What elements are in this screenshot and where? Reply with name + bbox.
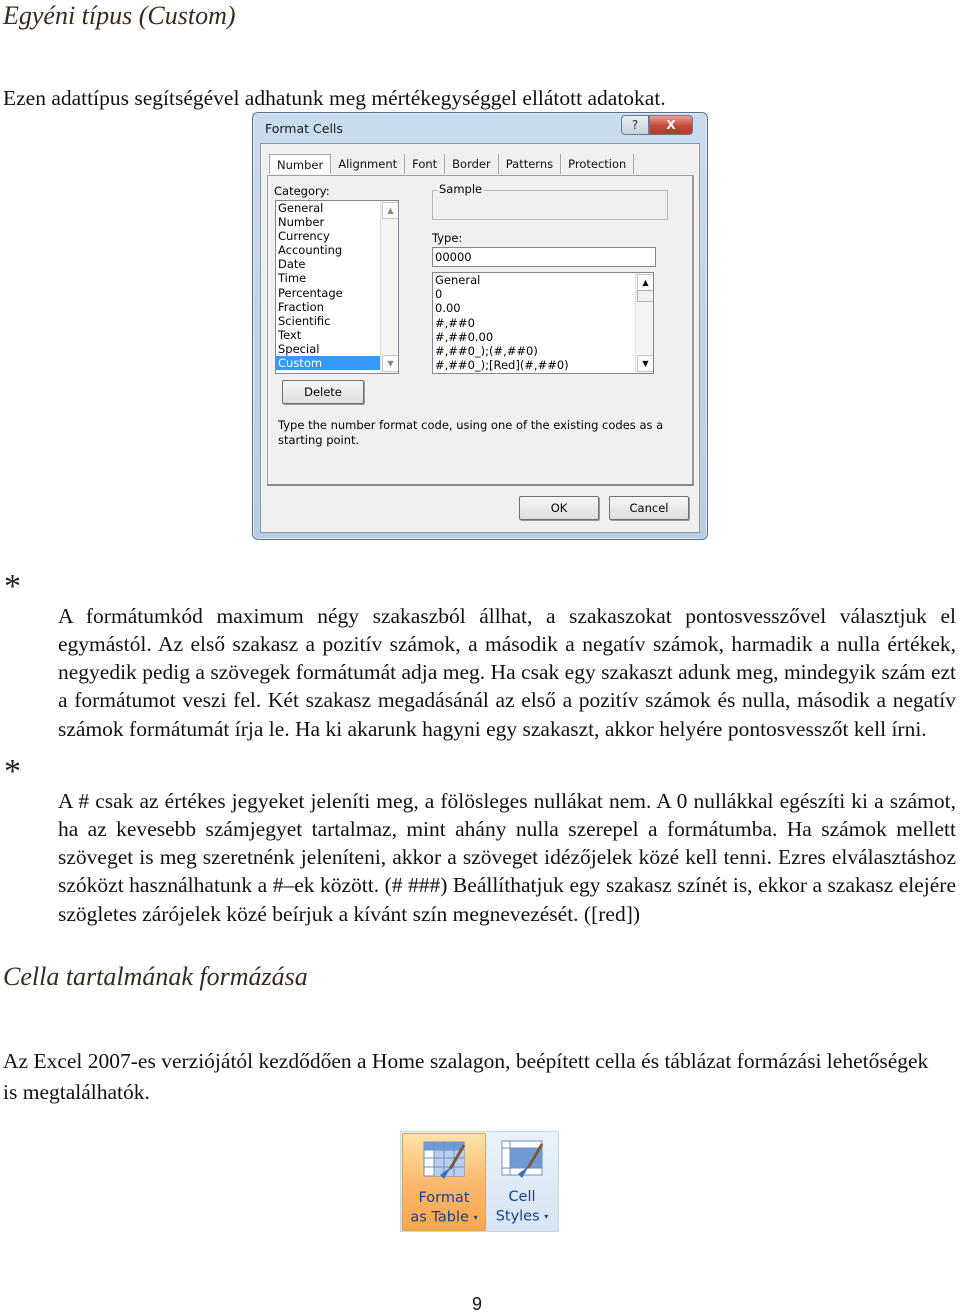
type-label: Type: [432,231,463,245]
ok-button[interactable]: OK [519,496,599,520]
dropdown-arrow-icon: ▾ [544,1212,549,1221]
category-label: Category: [274,184,330,198]
cell-styles-label-2: Styles [495,1208,540,1225]
dialog-client-area: Number Alignment Font Border Patterns Pr… [260,143,700,533]
tab-strip: Number Alignment Font Border Patterns Pr… [269,154,635,174]
tab-number[interactable]: Number [269,154,332,174]
asterisk-bullet-icon: * [4,753,21,790]
type-option[interactable]: #,##0_);(#,##0) [433,344,653,358]
asterisk-bullet-icon: * [4,568,21,605]
close-icon: X [666,118,676,132]
hint-text: Type the number format code, using one o… [278,418,664,447]
scroll-down-icon[interactable]: ▼ [637,355,653,372]
type-option[interactable]: #,##0.00 [433,330,653,344]
tab-protection[interactable]: Protection [561,154,635,174]
category-listbox[interactable]: General Number Currency Accounting Date … [275,200,399,374]
intro-paragraph: Ezen adattípus segítségével adhatunk meg… [3,86,666,110]
cell-styles-button[interactable]: Cell Styles ▾ [487,1133,557,1229]
type-option[interactable]: #,##0 [433,316,653,330]
format-as-table-label-2: as Table [410,1209,469,1226]
close-button[interactable]: X [649,115,693,135]
ribbon-styles-group: Format as Table ▾ Cell Styles ▾ [400,1131,559,1232]
bullet-item: A # csak az értékes jegyeket jeleníti me… [58,788,956,926]
format-as-table-icon [423,1141,466,1179]
delete-button[interactable]: Delete [282,380,364,404]
page-number: 9 [472,1294,483,1314]
type-input[interactable]: 00000 [432,247,656,267]
dialog-title: Format Cells [265,121,343,136]
help-button[interactable]: ? [621,115,649,135]
scroll-thumb[interactable] [637,290,653,302]
scroll-up-icon[interactable]: ▲ [637,274,653,291]
type-option[interactable]: 0.00 [433,301,653,315]
excel-2007-paragraph: Az Excel 2007-es verziójától kezdődően a… [3,1049,929,1104]
tab-alignment[interactable]: Alignment [331,154,406,174]
category-item-custom[interactable]: Custom [276,356,381,371]
tab-font[interactable]: Font [405,154,446,174]
type-option[interactable]: General [433,273,653,287]
format-as-table-button[interactable]: Format as Table ▾ [402,1133,486,1231]
tab-patterns[interactable]: Patterns [498,154,562,174]
heading-cell-content-format: Cella tartalmának formázása [3,962,308,991]
format-as-table-label-1: Format [418,1190,470,1206]
tab-border[interactable]: Border [445,154,499,174]
help-icon: ? [631,118,639,132]
type-option[interactable]: 0 [433,287,653,301]
type-listbox[interactable]: General 0 0.00 #,##0 #,##0.00 #,##0_);(#… [432,272,654,374]
type-scrollbar[interactable]: ▲ ▼ [635,273,653,373]
format-cells-dialog: Format Cells ? X Number Alignment Font B… [252,112,708,540]
bullet-item: A formátumkód maximum négy szakaszból ál… [58,603,956,741]
heading-custom-type: Egyéni típus (Custom) [3,1,236,30]
sample-label: Sample [437,182,485,196]
dropdown-arrow-icon: ▾ [473,1213,478,1222]
scroll-down-icon[interactable]: ▼ [382,355,398,372]
cell-styles-label-1: Cell [508,1189,536,1205]
category-scrollbar[interactable]: ▲ ▼ [380,201,398,373]
cell-styles-icon [501,1140,544,1178]
scroll-up-icon[interactable]: ▲ [382,202,398,219]
type-option[interactable]: #,##0_);[Red](#,##0) [433,358,653,372]
cancel-button[interactable]: Cancel [609,496,689,520]
